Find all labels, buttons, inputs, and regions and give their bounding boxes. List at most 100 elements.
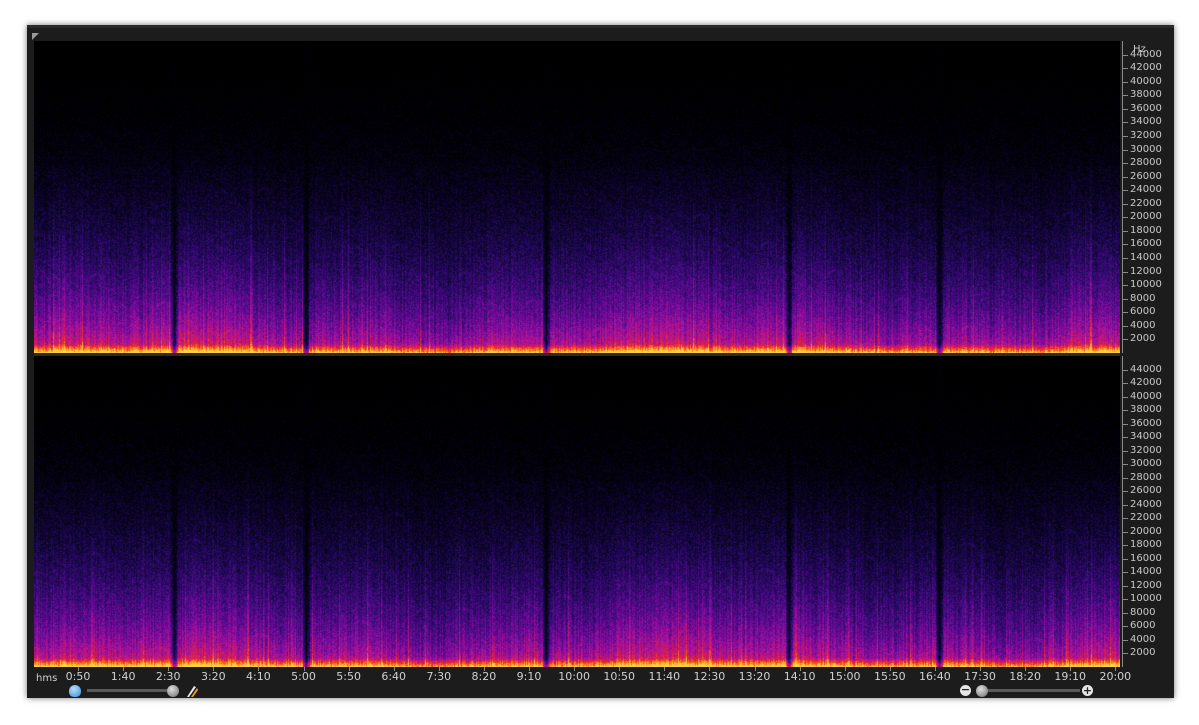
hand-icon[interactable] bbox=[69, 685, 81, 697]
frequency-tick bbox=[1122, 325, 1128, 327]
spectrogram-canvas-top bbox=[34, 41, 1120, 353]
frequency-tick-label: 16000 bbox=[1130, 552, 1162, 564]
axis-line bbox=[1122, 41, 1123, 353]
frequency-tick bbox=[1122, 149, 1128, 151]
frequency-tick bbox=[1122, 518, 1128, 520]
frequency-tick-label: 40000 bbox=[1130, 75, 1162, 87]
frequency-tick-label: 16000 bbox=[1130, 238, 1162, 250]
frequency-tick-label: 12000 bbox=[1130, 579, 1162, 591]
time-tick-label: 16:40 bbox=[919, 670, 951, 683]
frequency-tick bbox=[1122, 572, 1128, 574]
time-tick-label: 20:00 bbox=[1099, 670, 1132, 683]
frequency-tick bbox=[1122, 339, 1128, 341]
frequency-tick-label: 34000 bbox=[1130, 431, 1162, 443]
frequency-tick-label: 30000 bbox=[1130, 143, 1162, 155]
time-tick-label: 1:40 bbox=[110, 670, 136, 683]
zoom-in-icon[interactable]: + bbox=[1082, 685, 1093, 696]
time-tick-label: 14:10 bbox=[783, 670, 816, 683]
time-tick-label: 6:40 bbox=[381, 670, 407, 683]
horizontal-scroll-thumb[interactable] bbox=[167, 685, 179, 697]
frequency-tick-label: 20000 bbox=[1130, 211, 1162, 223]
frequency-tick bbox=[1122, 410, 1128, 412]
frequency-tick-label: 12000 bbox=[1130, 265, 1162, 277]
frequency-tick bbox=[1122, 599, 1128, 601]
frequency-tick-label: 42000 bbox=[1130, 377, 1162, 389]
frequency-tick-label: 30000 bbox=[1130, 458, 1162, 470]
frequency-tick-label: 44000 bbox=[1130, 48, 1162, 60]
time-tick-label: 4:10 bbox=[246, 670, 271, 683]
frequency-tick-label: 18000 bbox=[1130, 539, 1162, 551]
bottom-controls: − + bbox=[27, 683, 1174, 698]
frequency-tick bbox=[1122, 626, 1128, 628]
channel-right-spectrogram[interactable] bbox=[34, 356, 1120, 667]
time-tick-label: 0:50 bbox=[65, 670, 91, 683]
time-tick-label: 10:00 bbox=[558, 670, 590, 683]
zoom-slider-track[interactable] bbox=[980, 689, 1080, 692]
frequency-tick bbox=[1122, 531, 1128, 533]
time-tick-label: 3:20 bbox=[200, 670, 226, 683]
frequency-tick bbox=[1122, 477, 1128, 479]
frequency-tick bbox=[1122, 423, 1128, 425]
frequency-tick bbox=[1122, 108, 1128, 110]
time-tick-label: 11:40 bbox=[648, 670, 681, 683]
zoom-out-icon[interactable]: − bbox=[960, 684, 971, 696]
frequency-tick bbox=[1122, 217, 1128, 219]
time-tick-label: 7:30 bbox=[426, 670, 452, 683]
frequency-tick-label: 2000 bbox=[1130, 647, 1156, 659]
frequency-tick bbox=[1122, 396, 1128, 398]
corner-marker-icon[interactable] bbox=[32, 33, 39, 40]
frequency-tick-label: 32000 bbox=[1130, 444, 1162, 456]
frequency-tick bbox=[1122, 491, 1128, 493]
frequency-tick-label: 26000 bbox=[1130, 170, 1162, 182]
time-tick-label: 10:50 bbox=[603, 670, 636, 683]
frequency-tick bbox=[1122, 122, 1128, 124]
frequency-tick-label: 44000 bbox=[1130, 363, 1162, 375]
frequency-tick bbox=[1122, 464, 1128, 466]
frequency-tick-label: 24000 bbox=[1130, 184, 1162, 196]
frequency-tick-label: 22000 bbox=[1130, 197, 1162, 209]
frequency-tick bbox=[1122, 135, 1128, 137]
horizontal-scroll-track[interactable] bbox=[87, 689, 173, 692]
snap-icon[interactable] bbox=[185, 684, 199, 698]
frequency-tick bbox=[1122, 298, 1128, 300]
frequency-tick-label: 42000 bbox=[1130, 62, 1162, 74]
time-tick-label: 5:00 bbox=[291, 670, 316, 683]
frequency-tick bbox=[1122, 558, 1128, 560]
frequency-tick bbox=[1122, 369, 1128, 371]
frequency-tick bbox=[1122, 285, 1128, 287]
frequency-tick-label: 14000 bbox=[1130, 566, 1162, 578]
frequency-tick-label: 28000 bbox=[1130, 157, 1162, 169]
frequency-tick-label: 36000 bbox=[1130, 417, 1162, 429]
title-strip bbox=[27, 25, 1174, 28]
frequency-tick bbox=[1122, 95, 1128, 97]
time-tick-label: 17:30 bbox=[964, 670, 996, 683]
frequency-tick-label: 22000 bbox=[1130, 512, 1162, 524]
frequency-tick bbox=[1122, 258, 1128, 260]
time-tick-label: 2:30 bbox=[155, 670, 181, 683]
axis-line bbox=[1122, 356, 1123, 667]
frequency-tick-label: 8000 bbox=[1130, 292, 1156, 304]
frequency-tick-label: 34000 bbox=[1130, 116, 1162, 128]
frequency-axis-bottom: 44000 42000 40000 38000 36000 34000 32000 30000… bbox=[1120, 356, 1174, 667]
time-tick-label: 13:20 bbox=[738, 670, 771, 683]
frequency-tick-label: 38000 bbox=[1130, 404, 1162, 416]
spectrogram-window: Hz 44000 42000 40000 38000 36000 34000 32000 30… bbox=[27, 25, 1174, 698]
frequency-tick-label: 2000 bbox=[1130, 333, 1156, 345]
channel-left-spectrogram[interactable] bbox=[34, 41, 1120, 353]
frequency-tick bbox=[1122, 504, 1128, 506]
frequency-tick-label: 26000 bbox=[1130, 485, 1162, 497]
frequency-tick bbox=[1122, 585, 1128, 587]
time-axis: 0:50 1:40 2:30 3:20 4:10 5:00 5:50 6:40 7:30 8:20… bbox=[34, 667, 1131, 683]
time-tick-label: 5:50 bbox=[336, 670, 361, 683]
time-tick-label: 12:30 bbox=[693, 670, 726, 683]
frequency-tick bbox=[1122, 203, 1128, 205]
frequency-tick-label: 20000 bbox=[1130, 525, 1162, 537]
frequency-tick-label: 8000 bbox=[1130, 606, 1156, 618]
frequency-tick bbox=[1122, 230, 1128, 232]
frequency-tick-label: 40000 bbox=[1130, 390, 1162, 402]
frequency-tick-label: 10000 bbox=[1130, 593, 1162, 605]
time-tick-label: 15:00 bbox=[828, 670, 861, 683]
zoom-slider-thumb[interactable] bbox=[976, 685, 988, 697]
frequency-tick bbox=[1122, 653, 1128, 655]
frequency-tick-label: 38000 bbox=[1130, 89, 1162, 101]
